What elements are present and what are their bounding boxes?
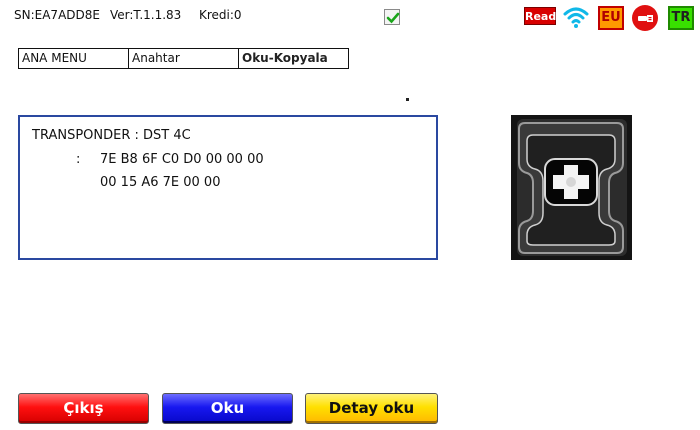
status-bar: SN:EA7ADD8E Ver:T.1.1.83 Kredi:0 Read EU… (0, 0, 700, 36)
region-badge[interactable]: EU (598, 6, 624, 30)
breadcrumb-read-copy: Oku-Kopyala (242, 51, 328, 65)
usb-icon[interactable] (632, 5, 658, 31)
check-icon (386, 12, 400, 24)
key-slot-image (511, 115, 632, 260)
credit-count: Kredi:0 (199, 8, 242, 22)
wifi-icon[interactable] (563, 5, 589, 29)
serial-number: SN:EA7ADD8E (14, 8, 100, 22)
transponder-panel: TRANSPONDER : DST 4C : 7E B8 6F C0 D0 00… (18, 115, 438, 260)
read-badge[interactable]: Read (524, 7, 556, 25)
transponder-data-line-2: 00 15 A6 7E 00 00 (100, 175, 221, 190)
read-button[interactable]: Oku (162, 393, 293, 424)
status-checkbox[interactable] (384, 9, 400, 25)
transponder-data-line-1: 7E B8 6F C0 D0 00 00 00 (100, 152, 264, 167)
breadcrumb: ANA MENU Anahtar Oku-Kopyala (18, 48, 349, 69)
detail-read-button[interactable]: Detay oku (305, 393, 438, 424)
exit-button[interactable]: Çıkış (18, 393, 149, 424)
transponder-title: TRANSPONDER : DST 4C (32, 128, 191, 143)
breadcrumb-main-menu[interactable]: ANA MENU (19, 49, 129, 68)
data-colon: : (76, 152, 81, 167)
firmware-version: Ver:T.1.1.83 (110, 8, 182, 22)
language-badge[interactable]: TR (668, 6, 694, 30)
stray-dot (406, 98, 409, 101)
breadcrumb-key[interactable]: Anahtar (129, 49, 239, 68)
